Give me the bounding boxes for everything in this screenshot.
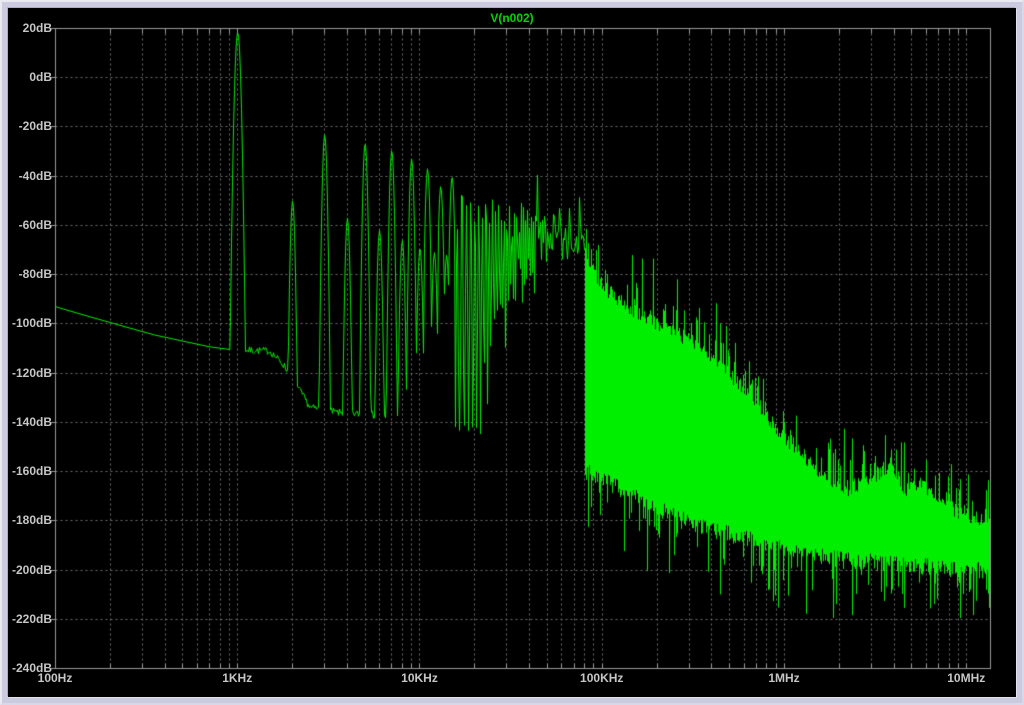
x-axis-label: 1KHz [195, 671, 279, 685]
plot-pane: V(n002) 20dB0dB-20dB-40dB-60dB-80dB-100d… [8, 8, 1016, 697]
y-axis-label: -60dB [8, 218, 52, 232]
y-axis-label: -140dB [8, 415, 52, 429]
y-axis-label: -20dB [8, 119, 52, 133]
y-axis-label: -40dB [8, 169, 52, 183]
x-axis-label: 100KHz [560, 671, 644, 685]
y-axis-label: -200dB [8, 563, 52, 577]
x-axis-label: 100Hz [13, 671, 97, 685]
plot-window: V(n002) 20dB0dB-20dB-40dB-60dB-80dB-100d… [0, 0, 1024, 705]
y-axis-label: -180dB [8, 513, 52, 527]
y-axis-label: -220dB [8, 612, 52, 626]
x-axis-label: 1MHz [742, 671, 826, 685]
fft-plot-canvas[interactable] [50, 23, 996, 675]
y-axis-label: -80dB [8, 267, 52, 281]
x-axis-label: 10MHz [924, 671, 1008, 685]
y-axis-label: -160dB [8, 464, 52, 478]
y-axis-label: -100dB [8, 316, 52, 330]
x-axis-label: 10KHz [377, 671, 461, 685]
y-axis-label: 0dB [8, 70, 52, 84]
y-axis-label: 20dB [8, 21, 52, 35]
y-axis-label: -120dB [8, 366, 52, 380]
